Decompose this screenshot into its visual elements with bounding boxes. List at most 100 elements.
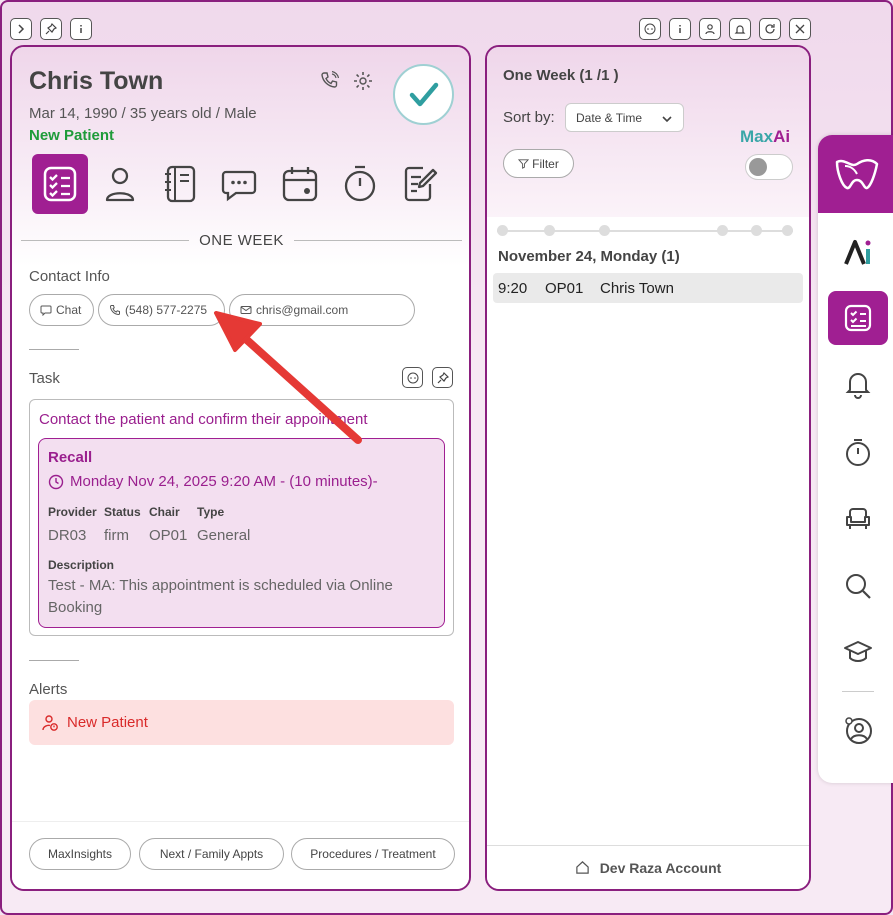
tooth-logo-icon — [835, 159, 878, 190]
procedures-treatment-button[interactable]: Procedures / Treatment — [291, 838, 455, 870]
timeline-dot[interactable] — [782, 225, 793, 236]
patient-panel: Chris Town Mar 14, 1990 / 35 years old /… — [10, 45, 471, 891]
recall-card[interactable]: Recall Monday Nov 24, 2025 9:20 AM - (10… — [38, 438, 445, 628]
checklist-icon — [844, 304, 872, 332]
sidebar-item-search[interactable] — [828, 559, 888, 613]
appointment-time: 9:20 — [498, 279, 528, 297]
appointment-chair: OP01 — [545, 279, 584, 297]
task-label: Task — [29, 370, 60, 387]
timeline-dot[interactable] — [497, 225, 508, 236]
notebook-icon — [165, 165, 196, 203]
recall-time-text: Monday Nov 24, 2025 9:20 AM - (10 minute… — [70, 473, 378, 490]
robot-icon[interactable] — [639, 18, 661, 40]
task-text[interactable]: Contact the patient and confirm their ap… — [39, 411, 368, 428]
chevron-right-icon[interactable] — [10, 18, 32, 40]
timer-icon — [846, 439, 870, 466]
timeline-dot[interactable] — [599, 225, 610, 236]
sidebar-item-notifications[interactable] — [828, 357, 888, 411]
close-icon[interactable] — [789, 18, 811, 40]
chat-icon — [40, 305, 52, 316]
appointment-row[interactable]: 9:20 OP01 Chris Town — [493, 273, 803, 303]
nav-checklist[interactable] — [32, 154, 88, 214]
phone-label: (548) 577-2275 — [125, 303, 208, 317]
maxai-ai: Ai — [773, 127, 791, 146]
chat-icon — [221, 170, 257, 202]
sidebar-item-ai[interactable] — [828, 225, 888, 279]
left-footer: MaxInsights Next / Family Appts Procedur… — [12, 821, 469, 889]
nav-calendar[interactable] — [272, 154, 328, 214]
robot-icon[interactable] — [402, 367, 423, 388]
appointment-patient: Chris Town — [600, 279, 674, 297]
timeline — [497, 225, 793, 236]
nav-person[interactable] — [92, 154, 148, 214]
patient-status: New Patient — [29, 127, 115, 144]
chair-value: OP01 — [149, 527, 188, 544]
maxai-label: MaxAi — [740, 127, 790, 147]
email-button[interactable]: chris@gmail.com — [229, 294, 415, 326]
timeline-dot[interactable] — [717, 225, 728, 236]
patient-info: Mar 14, 1990 / 35 years old / Male — [29, 105, 257, 122]
user-settings-icon — [845, 717, 872, 744]
info-icon[interactable] — [669, 18, 691, 40]
confirm-check-button[interactable] — [393, 64, 454, 125]
description-text: Test - MA: This appointment is scheduled… — [48, 577, 393, 616]
bell-icon[interactable] — [729, 18, 751, 40]
phone-icon — [109, 305, 120, 316]
account-footer[interactable]: Dev Raza Account — [487, 845, 809, 889]
recall-time: Monday Nov 24, 2025 9:20 AM - (10 minute… — [48, 473, 378, 490]
recall-title: Recall — [48, 449, 93, 466]
email-label: chris@gmail.com — [256, 303, 349, 317]
sidebar-item-timer[interactable] — [828, 425, 888, 479]
notes-edit-icon — [404, 166, 438, 202]
nav-notes[interactable] — [392, 154, 448, 214]
gear-icon[interactable] — [352, 70, 374, 92]
nav-chat[interactable] — [212, 154, 268, 214]
timeline-dot[interactable] — [751, 225, 762, 236]
chat-button[interactable]: Chat — [29, 294, 94, 326]
sidebar-item-learning[interactable] — [828, 625, 888, 679]
maxinsights-button[interactable]: MaxInsights — [29, 838, 131, 870]
clock-icon — [48, 474, 64, 489]
phone-button[interactable]: (548) 577-2275 — [98, 294, 225, 326]
filter-button[interactable]: Filter — [503, 149, 574, 178]
schedule-panel: One Week (1 /1 ) Sort by: Date & Time Ma… — [485, 45, 811, 891]
nav-notebook[interactable] — [152, 154, 208, 214]
checklist-icon — [43, 166, 77, 202]
contact-info-label: Contact Info — [29, 268, 110, 285]
status-header: Status — [104, 505, 141, 519]
sort-value: Date & Time — [576, 110, 643, 125]
graduation-cap-icon — [844, 641, 872, 662]
alert-item[interactable]: New Patient — [29, 700, 454, 745]
phone-call-icon[interactable] — [319, 70, 341, 92]
section-title: ONE WEEK — [21, 232, 462, 249]
chat-label: Chat — [56, 303, 82, 317]
next-family-appts-button[interactable]: Next / Family Appts — [139, 838, 284, 870]
sort-select[interactable]: Date & Time — [565, 103, 684, 132]
refresh-icon[interactable] — [759, 18, 781, 40]
patient-nav — [32, 154, 452, 216]
alerts-label: Alerts — [29, 681, 68, 698]
type-value: General — [197, 527, 251, 544]
ai-logo-icon — [844, 240, 871, 265]
nav-timer[interactable] — [332, 154, 388, 214]
timeline-dot[interactable] — [544, 225, 555, 236]
pin-icon[interactable] — [432, 367, 453, 388]
pin-icon[interactable] — [40, 18, 62, 40]
user-icon[interactable] — [699, 18, 721, 40]
sidebar-item-profile[interactable] — [828, 703, 888, 757]
calendar-icon — [282, 167, 318, 202]
check-icon — [409, 82, 438, 106]
schedule-title: One Week (1 /1 ) — [503, 67, 619, 84]
sidebar-divider — [842, 691, 874, 692]
info-icon[interactable] — [70, 18, 92, 40]
sidebar-item-tasks[interactable] — [828, 291, 888, 345]
tooth-logo-button[interactable] — [818, 135, 893, 213]
maxai-toggle[interactable] — [745, 154, 793, 180]
bell-icon — [845, 373, 871, 399]
type-header: Type — [197, 505, 225, 519]
sidebar-item-chairs[interactable] — [828, 492, 888, 546]
provider-header: Provider — [48, 505, 97, 519]
mail-icon — [240, 306, 252, 314]
app-sidebar — [818, 135, 893, 783]
chair-icon — [846, 508, 870, 529]
